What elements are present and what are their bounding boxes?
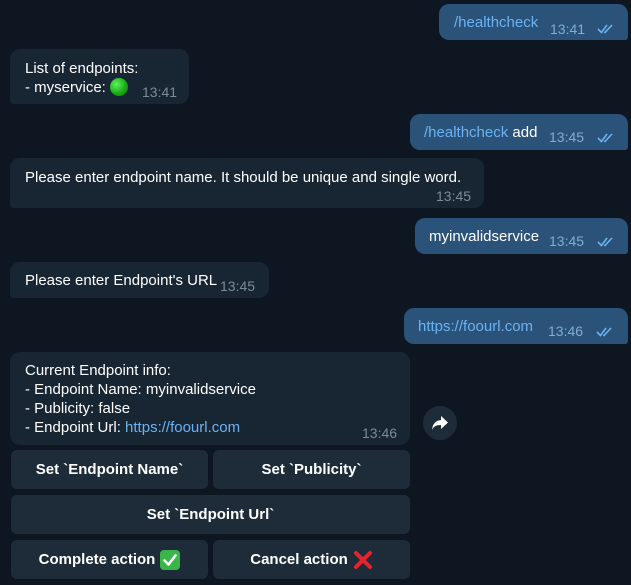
check-mark-emoji bbox=[160, 549, 181, 570]
share-button[interactable] bbox=[423, 406, 457, 440]
message-time: 13:46 bbox=[548, 323, 584, 339]
message-line: - Endpoint Url: bbox=[25, 419, 126, 436]
message-line-row: - Endpoint Url: https://foourl.com bbox=[25, 418, 240, 437]
button-label: Cancel action bbox=[250, 551, 348, 568]
share-arrow-icon bbox=[432, 416, 448, 430]
button-label: Complete action bbox=[38, 551, 156, 568]
message-line: Current Endpoint info: bbox=[25, 362, 171, 379]
message-time: 13:45 bbox=[220, 278, 256, 294]
set-endpoint-url-button[interactable]: Set `Endpoint Url` bbox=[11, 495, 410, 534]
message-line: - Publicity: false bbox=[25, 400, 131, 417]
button-label: Set `Publicity` bbox=[261, 461, 362, 478]
cross-mark-emoji bbox=[353, 550, 372, 569]
url-link[interactable]: https://foourl.com bbox=[418, 317, 533, 336]
set-publicity-button[interactable]: Set `Publicity` bbox=[213, 450, 410, 489]
message-line: List of endpoints: bbox=[25, 60, 139, 77]
message-text: Please enter Endpoint's URL bbox=[25, 272, 218, 289]
incoming-message[interactable]: List of endpoints: - myservice: 13:41 bbox=[10, 49, 189, 104]
message-time: 13:41 bbox=[142, 84, 178, 100]
message-time: 13:45 bbox=[436, 188, 472, 204]
button-label: Set `Endpoint Url` bbox=[146, 506, 275, 523]
command-link[interactable]: /healthcheck bbox=[424, 124, 508, 141]
outgoing-message[interactable]: /healthcheck add 13:45 bbox=[410, 114, 628, 150]
message-time: 13:46 bbox=[362, 425, 398, 441]
message-line-row: - myservice: bbox=[25, 78, 128, 97]
double-check-icon bbox=[597, 237, 613, 247]
green-circle-emoji bbox=[109, 78, 128, 96]
message-line: - Endpoint Name: myinvalidservice bbox=[25, 381, 256, 398]
set-endpoint-name-button[interactable]: Set `Endpoint Name` bbox=[11, 450, 208, 489]
button-label: Set `Endpoint Name` bbox=[35, 461, 184, 478]
double-check-icon bbox=[597, 24, 613, 34]
message-text: Please enter endpoint name. It should be… bbox=[25, 169, 462, 186]
message-text-rest: add bbox=[512, 124, 538, 141]
incoming-message[interactable]: Current Endpoint info: - Endpoint Name: … bbox=[10, 352, 410, 445]
message-time: 13:45 bbox=[549, 233, 585, 249]
url-link[interactable]: https://foourl.com bbox=[125, 419, 240, 436]
message-line: - myservice: bbox=[25, 79, 106, 96]
cancel-action-button[interactable]: Cancel action bbox=[213, 540, 410, 579]
outgoing-message[interactable]: https://foourl.com 13:46 bbox=[404, 308, 628, 344]
incoming-message[interactable]: Please enter Endpoint's URL 13:45 bbox=[10, 262, 269, 298]
message-time: 13:41 bbox=[550, 21, 586, 37]
outgoing-message[interactable]: myinvalidservice 13:45 bbox=[415, 218, 628, 254]
complete-action-button[interactable]: Complete action bbox=[11, 540, 208, 579]
outgoing-message[interactable]: /healthcheck 13:41 bbox=[439, 4, 628, 40]
double-check-icon bbox=[597, 133, 613, 143]
double-check-icon bbox=[596, 327, 612, 337]
incoming-message[interactable]: Please enter endpoint name. It should be… bbox=[10, 158, 484, 208]
command-link[interactable]: /healthcheck bbox=[454, 13, 538, 32]
message-text: myinvalidservice bbox=[429, 228, 540, 245]
message-time: 13:45 bbox=[549, 129, 585, 145]
message-text: /healthcheck add bbox=[424, 123, 537, 142]
